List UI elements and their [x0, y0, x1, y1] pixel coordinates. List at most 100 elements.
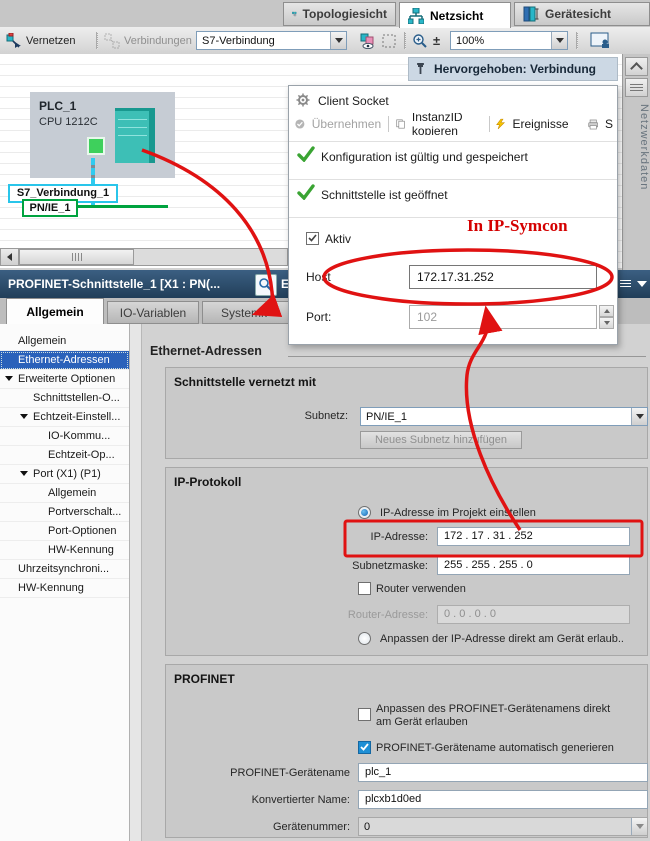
tab-topologiesicht[interactable]: Topologiesicht — [283, 2, 396, 26]
tree-scrollbar[interactable] — [130, 324, 142, 841]
network-toolbar: Vernetzen Verbindungen S7-Verbindung ± — [0, 27, 650, 55]
tab-allgemein[interactable]: Allgemein — [6, 298, 104, 324]
lightning-icon — [496, 117, 505, 131]
radio-ip-im-projekt-label: IP-Adresse im Projekt einstellen — [380, 507, 536, 519]
tree-item-erweiterte-optionen[interactable]: Erweiterte Optionen — [0, 370, 129, 389]
network-view-icon — [408, 8, 424, 24]
profinet-geraetename-field[interactable]: plc_1 — [358, 763, 648, 782]
properties-pane: Allgemein Ethernet-Adressen Erweiterte O… — [0, 324, 650, 841]
tree-item-echtzeit-einstellungen[interactable]: Echtzeit-Einstell... — [0, 408, 129, 427]
anpassen-geraetename-checkbox[interactable] — [358, 708, 371, 721]
geraetenummer-dropdown[interactable]: 0 — [358, 817, 648, 836]
tree-item-label: Uhrzeitsynchroni... — [18, 563, 109, 575]
tab-io-variablen[interactable]: IO-Variablen — [107, 301, 199, 324]
vernetzen-icon — [6, 33, 22, 49]
ip-adresse-field[interactable]: 172 . 17 . 31 . 252 — [437, 527, 630, 546]
subnet-label[interactable]: PN/IE_1 — [22, 199, 78, 217]
radio-ip-im-projekt[interactable] — [358, 506, 371, 519]
copy-instanzid-button[interactable]: InstanzID kopieren — [412, 113, 482, 135]
sidebar-splitter-button[interactable] — [625, 78, 648, 97]
port-spinner[interactable] — [599, 305, 614, 329]
anpassen-geraetename-label-line1: Anpassen des PROFINET-Gerätenamens direk… — [376, 703, 610, 715]
zoom-in-icon[interactable] — [412, 33, 428, 49]
ip-adresse-label: IP-Adresse: — [278, 531, 428, 543]
router-adresse-label: Router-Adresse: — [278, 609, 428, 621]
konvertierter-name-field[interactable]: plcxb1d0ed — [358, 790, 648, 809]
titlebar-collapse-icon[interactable] — [637, 281, 647, 287]
subnetz-combo[interactable]: PN/IE_1 — [360, 407, 648, 426]
host-field[interactable]: 172.17.31.252 — [409, 265, 597, 289]
zoom-fit-icon[interactable]: ± — [433, 33, 440, 48]
scroll-left-button[interactable] — [1, 249, 19, 265]
connection-type-combo[interactable]: S7-Verbindung — [196, 31, 347, 50]
spinner-down-button[interactable] — [599, 317, 614, 329]
events-button[interactable]: Ereignisse — [512, 117, 568, 131]
highlight-badge-label: Hervorgehoben: Verbindung — [434, 62, 596, 76]
combo-arrow-button[interactable] — [330, 32, 346, 49]
scrollbar-thumb[interactable] — [19, 249, 134, 265]
tree-item-port-x1-p1[interactable]: Port (X1) (P1) — [0, 465, 129, 484]
spinner-up-button[interactable] — [599, 305, 614, 317]
tree-item-label: Portverschalt... — [48, 506, 121, 518]
pin-icon[interactable] — [415, 62, 426, 76]
combo-arrow-button[interactable] — [631, 408, 647, 425]
connection-type-value: S7-Verbindung — [197, 35, 330, 47]
tree-item-hw-kennung[interactable]: HW-Kennung — [0, 579, 129, 598]
tree-item-ethernet-adressen[interactable]: Ethernet-Adressen — [0, 351, 129, 370]
tab-geraetesicht[interactable]: Gerätesicht — [514, 2, 650, 26]
selection-frame-icon[interactable] — [381, 33, 397, 49]
eigenschaften-icon[interactable] — [255, 274, 277, 296]
aktiv-checkbox[interactable] — [306, 232, 319, 245]
profinet-port-marker[interactable] — [87, 137, 105, 155]
tab-allgemein-label: Allgemein — [26, 305, 83, 319]
subnetzmaske-field[interactable]: 255 . 255 . 255 . 0 — [437, 556, 630, 575]
gear-icon — [296, 93, 310, 107]
network-horizontal-scrollbar[interactable] — [0, 248, 288, 266]
vernetzen-button[interactable]: Vernetzen — [26, 35, 76, 47]
tree-item-port-optionen[interactable]: Port-Optionen — [0, 522, 129, 541]
plc-device-box[interactable]: PLC_1 CPU 1212C — [30, 92, 175, 178]
tree-item-portverschaltung[interactable]: Portverschalt... — [0, 503, 129, 522]
titlebar-menu-icon[interactable] — [620, 280, 631, 287]
zoom-level-combo[interactable]: 100% — [450, 31, 568, 50]
radio-ip-direkt-am-geraet[interactable] — [358, 632, 371, 645]
expand-arrow-icon[interactable] — [20, 471, 28, 476]
tree-item-label: IO-Kommu... — [48, 430, 110, 442]
tree-item-label: Port-Optionen — [48, 525, 116, 537]
port-field[interactable]: 102 — [409, 305, 597, 329]
geraetename-automatisch-checkbox[interactable] — [358, 741, 371, 754]
verbindungen-button[interactable]: Verbindungen — [124, 35, 192, 47]
tree-item-echtzeit-optionen[interactable]: Echtzeit-Op... — [0, 446, 129, 465]
pagebreak-preview-icon[interactable] — [590, 32, 612, 49]
client-socket-window: Client Socket Übernehmen InstanzID kopie… — [288, 85, 618, 345]
tree-item-schnittstellen-optionen[interactable]: Schnittstellen-O... — [0, 389, 129, 408]
check-ok-icon — [297, 146, 315, 162]
apply-button[interactable]: Übernehmen — [312, 117, 381, 131]
tab-netzsicht-label: Netzsicht — [430, 9, 483, 23]
tree-item-uhrzeitsynchronisation[interactable]: Uhrzeitsynchroni... — [0, 560, 129, 579]
tab-io-variablen-label: IO-Variablen — [120, 306, 186, 320]
router-adresse-field: 0 . 0 . 0 . 0 — [437, 605, 630, 624]
more-button[interactable]: S — [605, 117, 613, 131]
tree-item-allgemein[interactable]: Allgemein — [0, 332, 129, 351]
netzwerkdaten-tab[interactable]: Netzwerkdaten — [623, 104, 650, 190]
sidebar-scroll-up-button[interactable] — [625, 57, 648, 76]
add-subnet-button[interactable]: Neues Subnetz hinzufügen — [360, 431, 522, 449]
tab-netzsicht[interactable]: Netzsicht — [399, 2, 511, 28]
expand-arrow-icon[interactable] — [5, 376, 13, 381]
client-socket-title: Client Socket — [318, 94, 389, 108]
tree-item-port-hw-kennung[interactable]: HW-Kennung — [0, 541, 129, 560]
printer-icon — [588, 118, 598, 131]
highlight-connection-icon[interactable] — [360, 33, 376, 49]
expand-arrow-icon[interactable] — [20, 414, 28, 419]
tree-item-port-allgemein[interactable]: Allgemein — [0, 484, 129, 503]
highlight-badge: Hervorgehoben: Verbindung — [408, 57, 618, 81]
properties-title: PROFINET-Schnittstelle_1 [X1 : PN(... — [8, 277, 220, 291]
combo-arrow-button[interactable] — [631, 818, 647, 835]
verbindungen-icon — [104, 33, 120, 49]
router-verwenden-checkbox[interactable] — [358, 582, 371, 595]
tab-systemkonstanten-label: Systemk — [221, 306, 267, 320]
tree-item-io-kommunikation[interactable]: IO-Kommu... — [0, 427, 129, 446]
combo-arrow-button[interactable] — [551, 32, 567, 49]
cpu-module-image[interactable] — [115, 108, 155, 163]
